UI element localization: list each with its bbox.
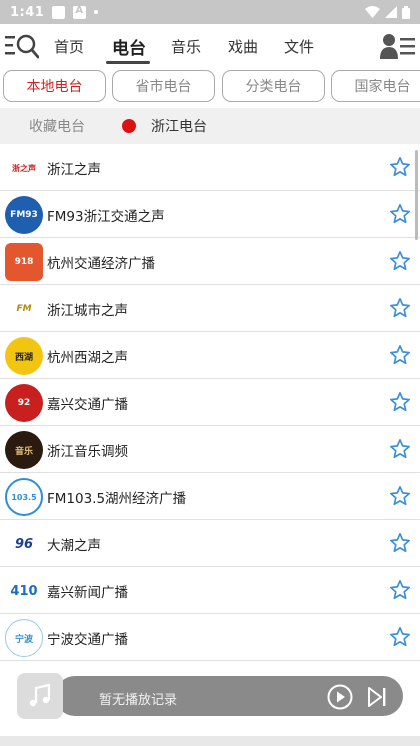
top-nav: 首页 电台 音乐 戏曲 文件: [0, 24, 420, 66]
station-logo-text: 96: [14, 536, 34, 552]
notification-icon: [52, 5, 66, 19]
station-logo: 浙之声: [5, 149, 43, 187]
station-logo: 96: [5, 525, 43, 563]
station-name: 嘉兴新闻广播: [47, 585, 128, 601]
player-cover[interactable]: [17, 673, 63, 719]
station-row[interactable]: 92 嘉兴交通广播: [0, 379, 420, 426]
current-region-dot: [122, 119, 136, 133]
station-row[interactable]: 96 大潮之声: [0, 520, 420, 567]
battery-icon: [402, 5, 410, 19]
station-name: 浙江音乐调频: [47, 444, 128, 460]
favorite-star-icon[interactable]: [389, 438, 411, 460]
player-status-text: 暂无播放记录: [99, 693, 178, 708]
station-row[interactable]: 410 嘉兴新闻广播: [0, 567, 420, 614]
station-name: 浙江之声: [47, 162, 101, 178]
station-logo-text: 92: [17, 398, 31, 408]
station-logo-text: 浙之声: [12, 163, 36, 173]
station-logo: FM93: [5, 196, 43, 234]
station-name: FM103.5湖州经济广播: [47, 491, 187, 507]
station-logo-text: 103.5: [11, 492, 37, 502]
station-name: 大潮之声: [47, 538, 101, 554]
station-logo: 92: [5, 384, 43, 422]
station-name: 杭州交通经济广播: [47, 256, 155, 272]
favorite-star-icon[interactable]: [389, 626, 411, 648]
music-note-icon: [29, 683, 51, 707]
current-region-label[interactable]: 浙江电台: [151, 116, 207, 136]
station-row[interactable]: FM93 FM93浙江交通之声: [0, 191, 420, 238]
subtab-province[interactable]: 省市电台: [112, 70, 215, 102]
station-name: 浙江城市之声: [47, 303, 128, 319]
navigation-bar-shade: [0, 736, 420, 746]
station-logo: 410: [5, 572, 43, 610]
station-logo-text: 音乐: [14, 446, 33, 457]
station-row[interactable]: FM 浙江城市之声: [0, 285, 420, 332]
status-bar: 1:41: [0, 0, 420, 24]
user-menu-icon[interactable]: [380, 32, 416, 60]
favorite-star-icon[interactable]: [389, 156, 411, 178]
station-row[interactable]: 西湖 杭州西湖之声: [0, 332, 420, 379]
subtab-national[interactable]: 国家电台: [331, 70, 420, 102]
next-button-icon[interactable]: [366, 686, 388, 708]
station-logo: 西湖: [5, 337, 43, 375]
station-logo-text: 410: [10, 583, 38, 599]
subtab-category[interactable]: 分类电台: [222, 70, 325, 102]
tab-radio[interactable]: 电台: [112, 34, 146, 59]
station-name: FM93浙江交通之声: [47, 209, 165, 225]
play-button-icon[interactable]: [327, 684, 353, 710]
favorite-star-icon[interactable]: [389, 579, 411, 601]
station-row[interactable]: 宁波 宁波交通广播: [0, 614, 420, 661]
tab-files[interactable]: 文件: [284, 36, 314, 57]
favorite-star-icon[interactable]: [389, 532, 411, 554]
station-logo-text: 918: [14, 257, 34, 267]
favorite-star-icon[interactable]: [389, 203, 411, 225]
search-menu-icon[interactable]: [5, 32, 39, 60]
favorite-star-icon[interactable]: [389, 485, 411, 507]
list-scrollbar[interactable]: [415, 150, 418, 240]
station-name: 杭州西湖之声: [47, 350, 128, 366]
station-name: 宁波交通广播: [47, 632, 128, 648]
station-row[interactable]: 浙之声 浙江之声: [0, 144, 420, 191]
signal-icon: [385, 6, 397, 18]
favorites-bar: 收藏电台 浙江电台: [0, 108, 420, 144]
tab-opera[interactable]: 戏曲: [228, 36, 258, 57]
station-name: 嘉兴交通广播: [47, 397, 128, 413]
notification-a-icon: [73, 5, 87, 19]
station-logo-text: 西湖: [14, 352, 33, 363]
tab-home[interactable]: 首页: [54, 36, 84, 57]
subtab-local[interactable]: 本地电台: [3, 70, 106, 102]
station-logo-text: FM: [16, 304, 32, 314]
status-time: 1:41: [10, 4, 45, 20]
station-row[interactable]: 918 杭州交通经济广播: [0, 238, 420, 285]
station-logo: 音乐: [5, 431, 43, 469]
station-row[interactable]: 103.5 FM103.5湖州经济广播: [0, 473, 420, 520]
tab-music[interactable]: 音乐: [171, 36, 201, 57]
station-logo: 918: [5, 243, 43, 281]
favorite-star-icon[interactable]: [389, 297, 411, 319]
radio-category-tabs: 本地电台 省市电台 分类电台 国家电台: [0, 70, 420, 104]
station-logo-text: FM93: [10, 210, 38, 220]
station-logo: 103.5: [5, 478, 43, 516]
favorite-star-icon[interactable]: [389, 344, 411, 366]
wifi-icon: [365, 6, 380, 18]
favorite-star-icon[interactable]: [389, 250, 411, 272]
mini-player[interactable]: 暂无播放记录: [17, 673, 403, 719]
notification-dot-icon: [94, 10, 99, 14]
active-tab-indicator: [106, 61, 150, 64]
station-logo-text: 宁波: [14, 634, 33, 645]
station-logo: 宁波: [5, 619, 43, 657]
favorite-star-icon[interactable]: [389, 391, 411, 413]
station-logo: FM: [5, 290, 43, 328]
station-row[interactable]: 音乐 浙江音乐调频: [0, 426, 420, 473]
favorites-label[interactable]: 收藏电台: [29, 116, 85, 136]
